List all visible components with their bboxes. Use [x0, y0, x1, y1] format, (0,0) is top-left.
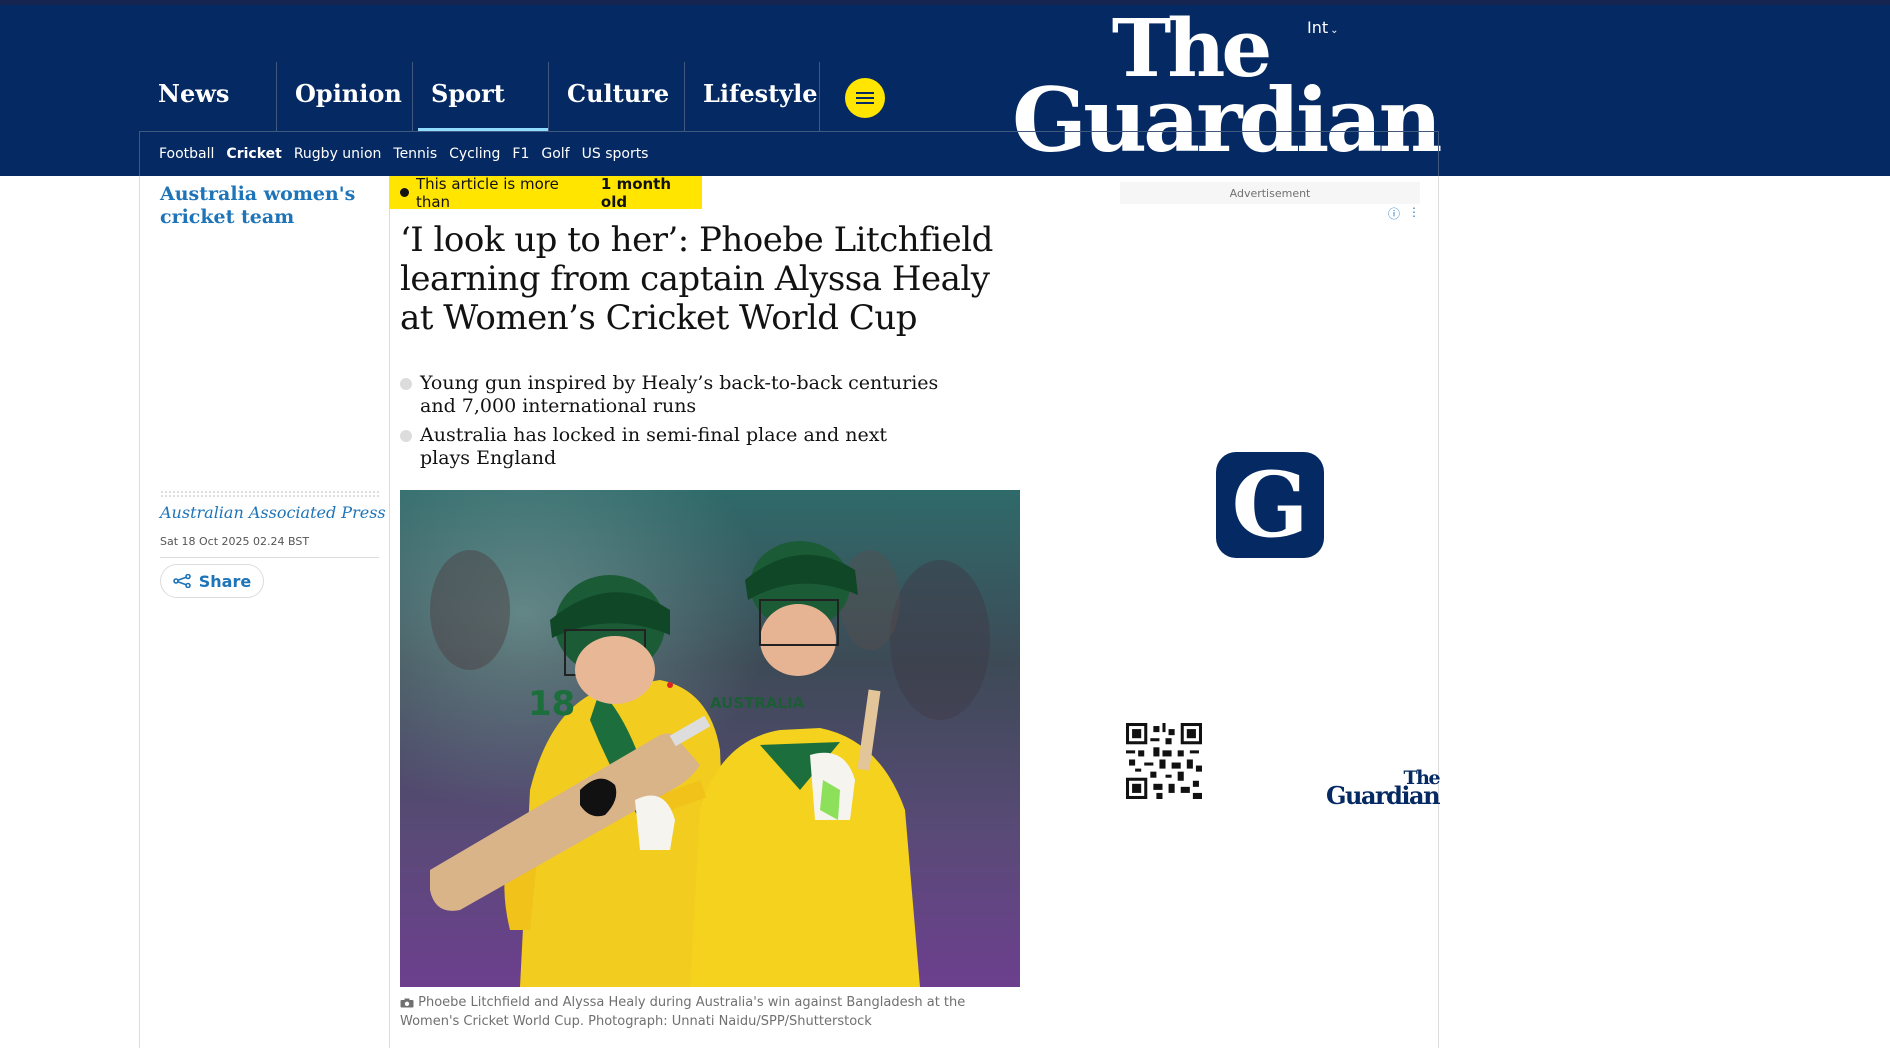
article-age-badge: This article is more than 1 month old: [389, 174, 702, 211]
photo-caption: Phoebe Litchfield and Alyssa Healy durin…: [400, 993, 1020, 1031]
main-photo-illustration: 18 AUSTRALIA: [400, 490, 1020, 987]
jersey-word: AUSTRALIA: [710, 694, 805, 712]
series-link[interactable]: Australia women's cricket team: [160, 183, 380, 229]
advert-guardian-logo: The Guardian: [1326, 768, 1441, 811]
content-frame-divider: [389, 176, 390, 1048]
meta-rule: [160, 557, 379, 558]
camera-icon: [400, 995, 418, 1010]
content-frame-left: [139, 176, 140, 1048]
advert-logo-guardian: Guardian: [1326, 781, 1441, 811]
pillar-opinion[interactable]: Opinion: [276, 62, 412, 132]
subnav-item-f1[interactable]: F1: [512, 146, 529, 162]
share-label: Share: [198, 571, 252, 591]
pillar-lifestyle[interactable]: Lifestyle: [684, 62, 820, 132]
standfirst-point: Australia has locked in semi-final place…: [400, 424, 940, 470]
qr-code-icon[interactable]: [1126, 723, 1202, 799]
subnav-item-rugby-union[interactable]: Rugby union: [294, 146, 382, 162]
subnav-item-us-sports[interactable]: US sports: [582, 146, 649, 162]
pillar-sport[interactable]: Sport: [412, 62, 548, 132]
standfirst: Young gun inspired by Healy’s back-to-ba…: [400, 372, 940, 476]
pillar-culture[interactable]: Culture: [548, 62, 684, 132]
pillar-news[interactable]: News: [140, 62, 276, 132]
subnav-item-cricket[interactable]: Cricket: [226, 146, 281, 162]
content-frame-right: [1438, 176, 1439, 1048]
menu-button[interactable]: [845, 78, 885, 118]
sport-subnav: Football Cricket Rugby union Tennis Cycl…: [159, 146, 648, 162]
caption-text: Phoebe Litchfield and Alyssa Healy durin…: [400, 995, 966, 1029]
share-button[interactable]: Share: [160, 564, 264, 598]
meta-dotted-rule: [160, 490, 379, 499]
byline[interactable]: Australian Associated Press: [160, 503, 386, 522]
subnav-item-cycling[interactable]: Cycling: [449, 146, 500, 162]
clock-icon: [400, 188, 409, 197]
subnav-item-football[interactable]: Football: [159, 146, 214, 162]
dateline: Sat 18 Oct 2025 02.24 BST: [160, 535, 310, 548]
guardian-g-tile[interactable]: G: [1216, 452, 1324, 558]
pillar-nav: News Opinion Sport Culture Lifestyle: [140, 62, 820, 132]
advertisement-label: Advertisement: [1120, 182, 1420, 204]
main-photo[interactable]: 18 AUSTRALIA: [400, 490, 1020, 987]
age-value: 1 month old: [600, 174, 672, 211]
hamburger-menu-icon: [856, 92, 874, 104]
age-prefix: This article is more than: [415, 174, 559, 211]
article-headline: ‘I look up to her’: Phoebe Litchfield le…: [400, 220, 993, 338]
share-icon: [172, 574, 191, 588]
subnav-item-tennis[interactable]: Tennis: [393, 146, 437, 162]
standfirst-point: Young gun inspired by Healy’s back-to-ba…: [400, 372, 940, 418]
jersey-number: 18: [528, 684, 575, 724]
subnav-item-golf[interactable]: Golf: [541, 146, 569, 162]
